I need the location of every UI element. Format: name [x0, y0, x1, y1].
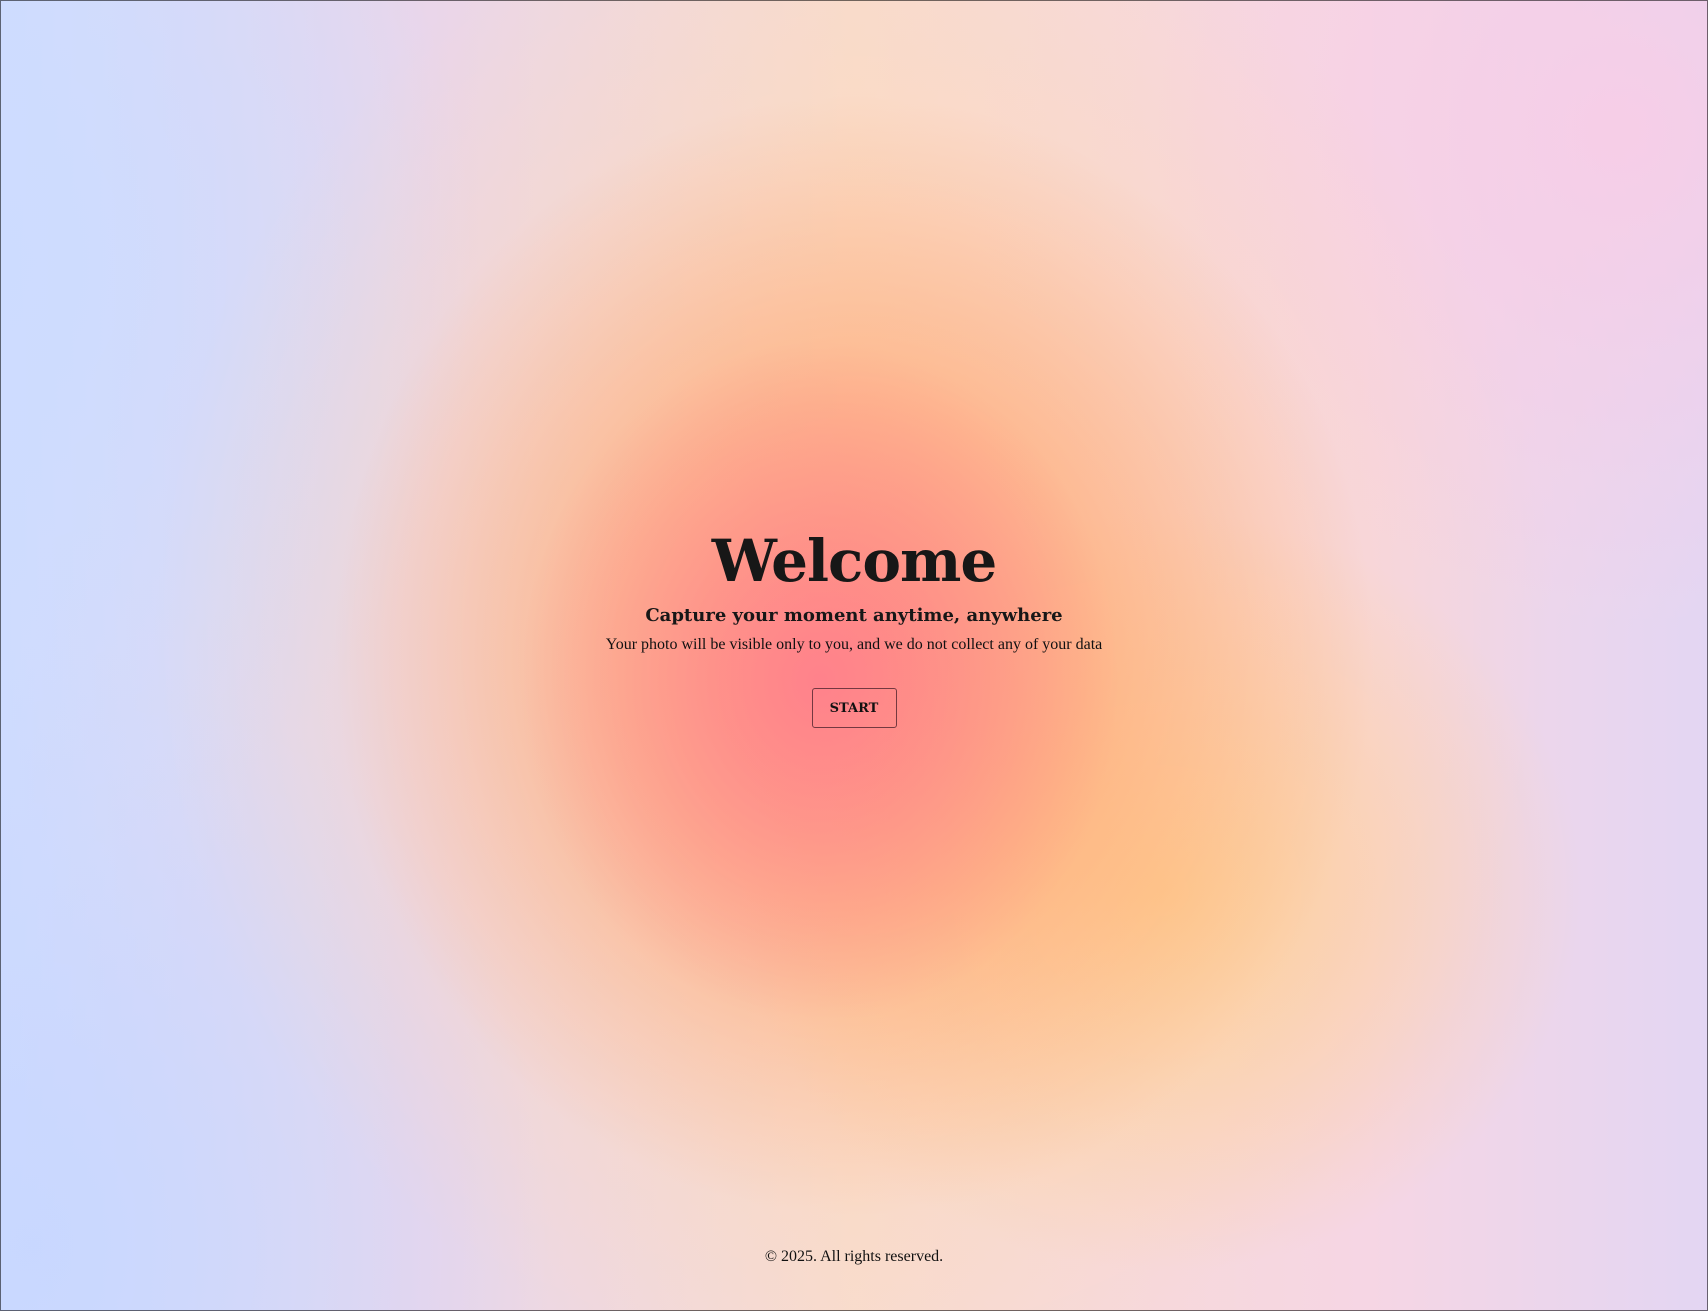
privacy-note: Your photo will be visible only to you, … [605, 636, 1103, 653]
page-subtitle: Capture your moment anytime, anywhere [645, 605, 1063, 626]
footer: © 2025. All rights reserved. [0, 1248, 1708, 1266]
copyright-text: © 2025. All rights reserved. [764, 1248, 944, 1265]
start-button[interactable]: START [811, 688, 897, 728]
welcome-hero: Welcome Capture your moment anytime, any… [0, 520, 1708, 728]
page-title: Welcome [711, 527, 998, 595]
